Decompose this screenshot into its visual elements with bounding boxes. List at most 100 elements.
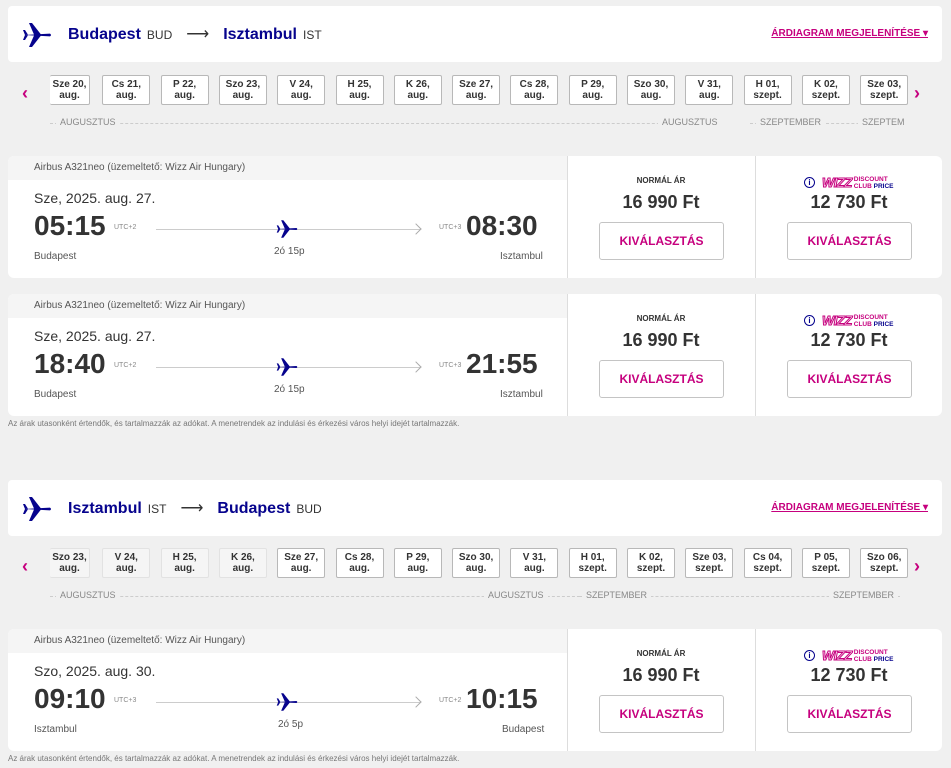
discount-club-line1: DISCOUNT [853,648,888,656]
date-option[interactable]: Szo 23, aug. [218,75,267,105]
wizz-logo-text: WIZZ [822,175,853,191]
arrival-time: 08:30 [466,210,538,241]
next-dates-chevron-icon[interactable]: › [914,556,920,577]
arrival-city: Isztambul [500,251,543,262]
flight-card: Airbus A321neo (üzemeltető: Wizz Air Hun… [8,629,942,751]
select-club-fare-button[interactable]: KIVÁLASZTÁS [787,695,912,733]
date-option: V 24, aug. [102,548,151,578]
date-option[interactable]: Szo 30, aug. [627,75,675,105]
price-disclaimer: Az árak utasonként értendők, és tartalma… [8,754,460,763]
date-option[interactable]: Sze 03, szept. [685,548,734,578]
discount-club-line1: DISCOUNT [853,313,888,321]
date-day: Cs 04, [752,552,783,563]
date-option[interactable]: P 22, aug. [160,75,209,105]
departure-time: 09:10 [34,683,106,714]
flight-duration: 2ó 5p [278,719,304,730]
date-option[interactable]: P 05, szept. [801,548,850,578]
date-option[interactable]: Szo 06, szept. [860,548,909,578]
return-month-strip: AUGUSZTUS AUGUSZTUS SZEPTEMBER SZEPTEMBE… [50,590,900,604]
date-day: Sze 27, [459,79,494,90]
date-month: aug. [699,90,720,101]
date-option[interactable]: Sze 03, szept. [860,75,909,105]
date-option[interactable]: Cs 28, aug. [335,548,384,578]
destination-city: Budapest [217,500,291,517]
date-day: H 01, [755,79,780,90]
discount-club-line3: PRICE [873,182,894,190]
next-dates-chevron-icon[interactable]: › [914,83,920,104]
date-option[interactable]: Sze 27, aug. [452,75,501,105]
discount-club-tag: DISCOUNT CLUB PRICE [854,649,894,663]
date-option[interactable]: Sze 27, aug. [277,548,326,578]
flight-card: Airbus A321neo (üzemeltető: Wizz Air Hun… [8,294,942,416]
date-option[interactable]: K 02, szept. [801,75,850,105]
date-option[interactable]: Cs 28, aug. [510,75,559,105]
wizz-logo-text: WIZZ [822,313,853,329]
date-month: aug. [407,90,429,101]
prev-dates-chevron-icon[interactable]: ‹ [22,556,28,577]
date-month: aug. [59,90,80,101]
date-month: aug. [116,90,137,101]
origin-city: Isztambul [68,500,142,517]
info-icon[interactable]: i [804,315,815,326]
show-price-chart-link[interactable]: ÁRDIAGRAM MEGJELENÍTÉSE ▾ [771,502,928,513]
arrival-timezone: UTC+3 [439,362,462,369]
date-option[interactable]: V 31, aug. [510,548,559,578]
flight-date: Szo, 2025. aug. 30. [34,663,156,679]
date-day: Szo 23, [225,79,261,90]
destination-code: IST [302,28,322,42]
select-normal-fare-button[interactable]: KIVÁLASZTÁS [599,360,724,398]
date-option[interactable]: Cs 21, aug. [102,75,151,105]
discount-club-logo: i WIZZ DISCOUNT CLUB PRICE [804,648,894,664]
club-fare: i WIZZ DISCOUNT CLUB PRICE 12 730 Ft KIVÁ… [755,629,942,751]
aircraft-info: Airbus A321neo (üzemeltető: Wizz Air Hun… [8,294,567,318]
date-option[interactable]: Sze 20, aug. [50,75,90,105]
route-title: Budapest BUD ⟶ Isztambul IST [68,24,322,44]
date-day: Cs 28, [519,79,550,90]
date-option[interactable]: K 26, aug. [393,75,442,105]
select-club-fare-button[interactable]: KIVÁLASZTÁS [787,222,912,260]
prev-dates-chevron-icon[interactable]: ‹ [22,83,28,104]
date-day: V 24, [114,552,138,563]
normal-fare-price: 16 990 Ft [622,330,700,350]
date-option[interactable]: V 24, aug. [277,75,326,105]
date-month: szept. [695,563,724,574]
date-option[interactable]: Cs 04, szept. [743,548,792,578]
date-option[interactable]: P 29, aug. [393,548,442,578]
flight-date: Sze, 2025. aug. 27. [34,190,156,206]
date-option[interactable]: H 25, aug. [335,75,384,105]
date-option: K 26, aug. [218,548,267,578]
date-month: szept. [578,563,607,574]
outbound-header: Budapest BUD ⟶ Isztambul IST ÁRDIAGRAM M… [8,6,942,62]
date-day: Cs 21, [111,79,142,90]
arrival-timezone: UTC+2 [439,697,462,704]
date-option[interactable]: P 29, aug. [568,75,617,105]
month-label: AUGUSZTUS [658,117,722,127]
month-label: AUGUSZTUS [56,117,120,127]
date-option[interactable]: H 01, szept. [743,75,792,105]
info-icon[interactable]: i [804,177,815,188]
date-day: Sze 03, [867,79,902,90]
date-day: V 24, [289,79,313,90]
date-day: P 29, [406,552,430,563]
discount-club-line2: CLUB [853,320,872,328]
select-club-fare-button[interactable]: KIVÁLASZTÁS [787,360,912,398]
club-fare-price: 12 730 Ft [810,330,888,350]
date-option[interactable]: K 02, szept. [627,548,675,578]
show-price-chart-link[interactable]: ÁRDIAGRAM MEGJELENÍTÉSE ▾ [771,28,928,39]
flight-duration: 2ó 15p [274,384,305,395]
flight-info: Airbus A321neo (üzemeltető: Wizz Air Hun… [8,156,567,278]
date-day: K 26, [230,552,255,563]
normal-fare: NORMÁL ÁR 16 990 Ft KIVÁLASZTÁS [567,156,754,278]
date-month: szept. [636,563,666,574]
return-header: Isztambul IST ⟶ Budapest BUD ÁRDIAGRAM M… [8,480,942,536]
date-option[interactable]: Szo 30, aug. [452,548,501,578]
discount-club-line3: PRICE [873,320,894,328]
select-normal-fare-button[interactable]: KIVÁLASZTÁS [599,695,724,733]
date-day: P 29, [581,79,605,90]
date-option[interactable]: H 01, szept. [568,548,617,578]
select-normal-fare-button[interactable]: KIVÁLASZTÁS [599,222,724,260]
date-month: aug. [524,90,545,101]
aircraft-info: Airbus A321neo (üzemeltető: Wizz Air Hun… [8,156,567,180]
date-option[interactable]: V 31, aug. [685,75,734,105]
info-icon[interactable]: i [804,650,815,661]
